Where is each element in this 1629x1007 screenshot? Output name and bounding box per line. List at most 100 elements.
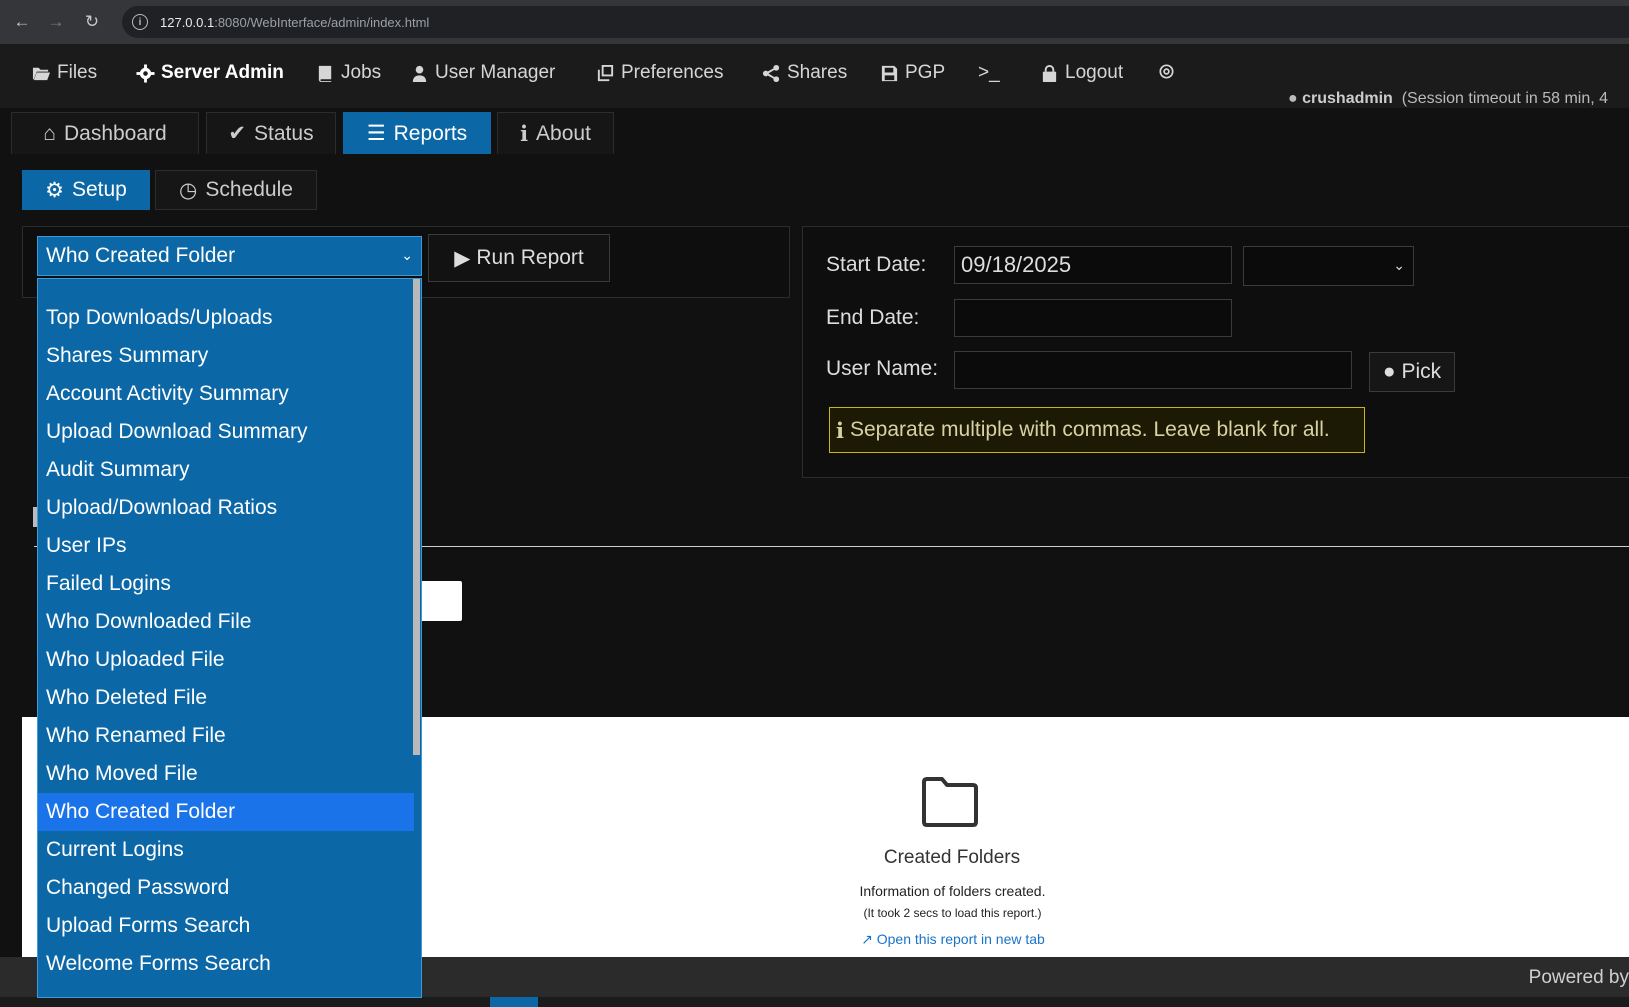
home-icon: ⌂ <box>43 121 56 145</box>
report-subtabs: ⚙ Setup ◷ Schedule <box>0 160 1629 210</box>
user-icon <box>412 65 427 82</box>
forward-icon[interactable]: → <box>40 6 72 38</box>
tab-status[interactable]: ✔ Status <box>206 112 336 154</box>
back-icon[interactable]: ← <box>6 6 38 38</box>
report-option[interactable]: Top Downloads/Uploads <box>38 299 414 337</box>
report-option[interactable]: Who Uploaded File <box>38 641 414 679</box>
user-icon: ● <box>1382 360 1396 383</box>
gear-icon: ⚙ <box>45 178 64 202</box>
report-option[interactable]: Upload Forms Search <box>38 907 414 945</box>
session-timeout: (Session timeout in 58 min, 4 <box>1401 90 1609 107</box>
play-icon: ▶ <box>454 246 471 270</box>
report-option[interactable]: Who Renamed File <box>38 717 414 755</box>
bottom-strip <box>0 997 1629 1007</box>
report-option[interactable]: Who Moved File <box>38 755 414 793</box>
url-path: :8080/WebInterface/admin/index.html <box>214 14 430 30</box>
user-icon: ● <box>1288 90 1298 107</box>
report-description: Information of folders created. <box>859 883 1046 899</box>
book-icon <box>318 65 332 82</box>
powered-by: Powered by <box>1528 967 1629 988</box>
report-type-select[interactable]: Who Created Folder ⌄ <box>37 236 422 276</box>
folder-icon <box>922 777 978 827</box>
tab-setup-label: Setup <box>71 178 127 201</box>
user-name-input[interactable] <box>954 351 1352 389</box>
tab-dashboard-label: Dashboard <box>63 121 167 145</box>
nav-pgp[interactable]: PGP <box>880 62 945 84</box>
nav-jobs-label: Jobs <box>341 62 382 83</box>
share-icon <box>762 64 780 82</box>
report-option[interactable]: Shares Summary <box>38 337 414 375</box>
tab-schedule[interactable]: ◷ Schedule <box>155 170 317 210</box>
nav-files[interactable]: Files <box>32 62 97 84</box>
user-name-hint: i Separate multiple with commas. Leave b… <box>829 407 1365 453</box>
report-option[interactable]: Welcome Forms Search <box>38 945 414 983</box>
username: crushadmin <box>1302 90 1393 107</box>
check-icon: ✔ <box>228 122 247 145</box>
report-option[interactable]: Changed Password <box>38 869 414 907</box>
chevron-down-icon: ⌄ <box>1393 257 1405 273</box>
tab-about-label: About <box>536 121 591 145</box>
report-title: Created Folders <box>883 847 1021 868</box>
nav-server-admin-label: Server Admin <box>161 62 284 83</box>
report-option[interactable]: Who Deleted File <box>38 679 414 717</box>
report-type-options: Top Downloads/Uploads Shares Summary Accou… <box>37 278 422 998</box>
pick-user-button[interactable]: ● Pick <box>1369 352 1455 392</box>
report-option[interactable]: Who Created Folder <box>38 793 414 831</box>
open-report-label: Open this report in new tab <box>876 931 1045 947</box>
address-bar[interactable]: i 127.0.0.1:8080/WebInterface/admin/inde… <box>122 6 1629 38</box>
lock-icon <box>1042 64 1057 82</box>
start-date-input[interactable] <box>954 246 1232 284</box>
tab-reports-label: Reports <box>393 121 468 145</box>
nav-shares-label: Shares <box>787 62 848 83</box>
tab-dashboard[interactable]: ⌂ Dashboard <box>11 112 199 154</box>
nav-user-manager[interactable]: User Manager <box>410 62 555 84</box>
tab-setup[interactable]: ⚙ Setup <box>22 170 150 210</box>
terminal-icon: >_ <box>978 62 1000 83</box>
tab-schedule-label: Schedule <box>205 178 293 201</box>
clock-icon: ◷ <box>179 178 198 202</box>
end-date-input[interactable] <box>954 299 1232 337</box>
report-option[interactable]: Account Activity Summary <box>38 375 414 413</box>
report-option[interactable]: Audit Summary <box>38 451 414 489</box>
tab-status-label: Status <box>254 121 314 145</box>
save-icon <box>881 65 898 81</box>
report-option[interactable]: Upload/Download Ratios <box>38 489 414 527</box>
url-host: 127.0.0.1 <box>160 14 215 30</box>
nav-pgp-label: PGP <box>905 62 946 83</box>
start-date-label: Start Date: <box>826 253 927 276</box>
nav-user-manager-label: User Manager <box>435 62 556 83</box>
settings-cog-icon <box>1159 64 1174 79</box>
browser-toolbar: ← → ↻ i 127.0.0.1:8080/WebInterface/admi… <box>0 0 1629 44</box>
nav-terminal[interactable]: >_ <box>978 62 1000 84</box>
nav-files-label: Files <box>57 62 98 83</box>
report-option[interactable]: Current Logins <box>38 831 414 869</box>
reload-icon[interactable]: ↻ <box>76 6 108 38</box>
nav-server-admin[interactable]: Server Admin <box>136 62 284 84</box>
main-tabs: ⌂ Dashboard ✔ Status ☰ Reports i About <box>0 108 1629 154</box>
tab-reports[interactable]: ☰ Reports <box>343 112 491 154</box>
report-option[interactable]: Upload Download Summary <box>38 413 414 451</box>
nav-preferences[interactable]: Preferences <box>596 62 723 84</box>
nav-shares[interactable]: Shares <box>762 62 847 84</box>
site-info-icon[interactable]: i <box>132 14 148 30</box>
report-option[interactable]: Failed Logins <box>38 565 414 603</box>
user-name-label: User Name: <box>826 357 939 380</box>
tab-about[interactable]: i About <box>497 112 614 154</box>
date-range-select[interactable]: ⌄ <box>1243 246 1414 286</box>
chevron-down-icon: ⌄ <box>401 247 413 263</box>
nav-settings[interactable] <box>1157 62 1176 81</box>
nav-logout-label: Logout <box>1065 62 1124 83</box>
hint-text: Separate multiple with commas. Leave bla… <box>849 418 1330 441</box>
nav-jobs[interactable]: Jobs <box>316 62 381 84</box>
info-icon: i <box>520 121 529 146</box>
pick-label: Pick <box>1401 360 1442 383</box>
run-report-button[interactable]: ▶ Run Report <box>428 234 610 282</box>
report-type-value: Who Created Folder <box>46 244 236 267</box>
folder-open-icon <box>32 67 51 80</box>
open-report-link[interactable]: ↗ Open this report in new tab <box>808 931 1098 948</box>
report-option[interactable]: Who Downloaded File <box>38 603 414 641</box>
session-info: ● crushadmin (Session timeout in 58 min,… <box>1288 90 1608 108</box>
nav-logout[interactable]: Logout <box>1040 62 1123 84</box>
report-option[interactable]: User IPs <box>38 527 414 565</box>
clone-icon <box>597 64 614 81</box>
